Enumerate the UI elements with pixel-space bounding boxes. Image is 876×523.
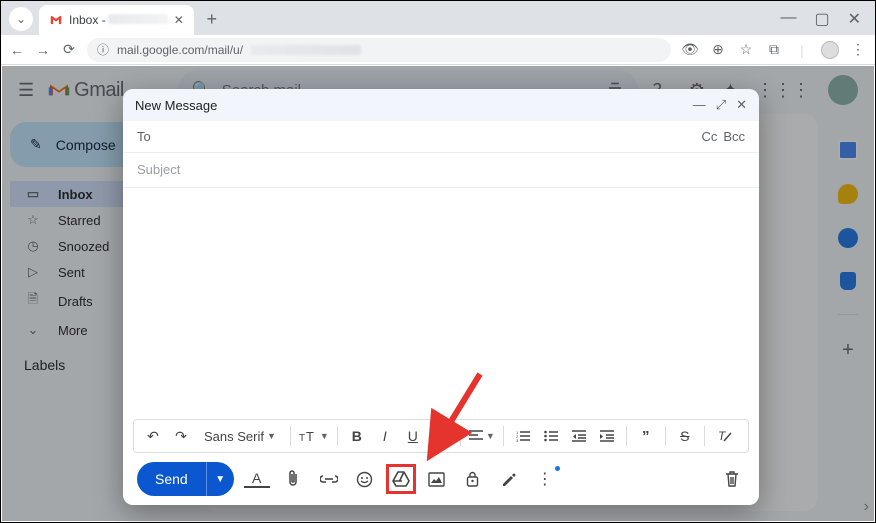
browser-tab[interactable]: Inbox - ✕ bbox=[39, 5, 194, 35]
strikethrough-icon[interactable]: S bbox=[674, 424, 696, 448]
undo-icon[interactable]: ↶ bbox=[142, 424, 164, 448]
svg-text:T: T bbox=[299, 433, 305, 443]
svg-text:T: T bbox=[718, 429, 727, 443]
subject-field[interactable] bbox=[123, 153, 759, 188]
bulleted-list-icon[interactable] bbox=[540, 424, 562, 448]
compose-action-bar: Send ▼ A ⋮ bbox=[123, 453, 759, 505]
browser-toolbar: ← → ⟳ ⓘ mail.google.com/mail/u/ 👁 ⊕ ☆ ⧉ … bbox=[1, 35, 875, 65]
align-icon[interactable]: ▼ bbox=[469, 424, 495, 448]
insert-link-icon[interactable] bbox=[316, 466, 342, 492]
send-button-group: Send ▼ bbox=[137, 462, 234, 496]
compose-title: New Message bbox=[135, 98, 217, 113]
compose-header[interactable]: New Message — ⤢ ✕ bbox=[123, 89, 759, 121]
divider: | bbox=[793, 42, 811, 58]
insert-photo-icon[interactable] bbox=[424, 466, 450, 492]
side-panel-toggle-icon[interactable]: › bbox=[864, 498, 869, 516]
bold-icon[interactable]: B bbox=[346, 424, 368, 448]
reload-icon[interactable]: ⟳ bbox=[61, 41, 77, 58]
extensions-icon[interactable]: ⧉ bbox=[765, 41, 783, 58]
compose-window: New Message — ⤢ ✕ To Cc Bcc ↶ ↷ Sans Ser… bbox=[123, 89, 759, 505]
window-maximize-icon[interactable]: ▢ bbox=[814, 9, 829, 29]
font-size-icon[interactable]: TT▼ bbox=[299, 424, 329, 448]
remove-formatting-icon[interactable]: T bbox=[713, 424, 735, 448]
cc-button[interactable]: Cc bbox=[701, 129, 717, 144]
to-field[interactable]: To Cc Bcc bbox=[123, 121, 759, 153]
bookmark-star-icon[interactable]: ☆ bbox=[737, 41, 755, 58]
underline-icon[interactable]: U bbox=[402, 424, 424, 448]
font-family-select[interactable]: Sans Serif▼ bbox=[198, 424, 282, 448]
back-icon[interactable]: ← bbox=[9, 42, 25, 58]
insert-emoji-icon[interactable] bbox=[352, 466, 378, 492]
new-tab-button[interactable]: + bbox=[198, 5, 226, 33]
send-button[interactable]: Send bbox=[137, 462, 206, 496]
subject-input[interactable] bbox=[137, 162, 745, 177]
quote-icon[interactable]: ” bbox=[635, 424, 657, 448]
indent-more-icon[interactable] bbox=[596, 424, 618, 448]
bcc-button[interactable]: Bcc bbox=[723, 129, 745, 144]
italic-icon[interactable]: I bbox=[374, 424, 396, 448]
window-close-icon[interactable]: ✕ bbox=[848, 9, 861, 29]
compose-body[interactable] bbox=[123, 188, 759, 419]
browser-tab-strip: ⌄ Inbox - ✕ + — ▢ ✕ bbox=[1, 1, 875, 35]
site-info-icon[interactable]: ⓘ bbox=[97, 41, 109, 58]
insert-drive-file-icon[interactable] bbox=[388, 466, 414, 492]
more-options-icon[interactable]: ⋮ bbox=[532, 466, 558, 492]
discard-draft-icon[interactable] bbox=[719, 466, 745, 492]
gmail-favicon-icon bbox=[49, 13, 63, 27]
forward-icon[interactable]: → bbox=[35, 42, 51, 58]
svg-text:T: T bbox=[306, 429, 314, 443]
svg-text:3: 3 bbox=[516, 438, 519, 442]
confidential-mode-icon[interactable] bbox=[460, 466, 486, 492]
close-compose-icon[interactable]: ✕ bbox=[736, 97, 747, 113]
send-options-button[interactable]: ▼ bbox=[206, 462, 234, 496]
url-text: mail.google.com/mail/u/ bbox=[117, 43, 243, 57]
minimize-compose-icon[interactable]: — bbox=[693, 97, 706, 113]
to-label: To bbox=[137, 129, 151, 144]
eye-icon[interactable]: 👁 bbox=[681, 41, 699, 58]
tab-close-icon[interactable]: ✕ bbox=[174, 13, 184, 27]
indent-less-icon[interactable] bbox=[568, 424, 590, 448]
tabs-dropdown-button[interactable]: ⌄ bbox=[9, 7, 33, 31]
tab-title: Inbox - bbox=[69, 13, 106, 27]
browser-menu-icon[interactable]: ⋮ bbox=[849, 41, 867, 58]
fullscreen-compose-icon[interactable]: ⤢ bbox=[716, 97, 726, 113]
profile-avatar[interactable] bbox=[821, 41, 839, 59]
formatting-toolbar: ↶ ↷ Sans Serif▼ TT▼ B I U A▼ ▼ 123 ” S T bbox=[133, 419, 749, 453]
text-color-icon[interactable]: A▼ bbox=[430, 424, 452, 448]
zoom-icon[interactable]: ⊕ bbox=[709, 41, 727, 58]
numbered-list-icon[interactable]: 123 bbox=[512, 424, 534, 448]
address-bar[interactable]: ⓘ mail.google.com/mail/u/ bbox=[87, 38, 671, 62]
attach-file-icon[interactable] bbox=[280, 466, 306, 492]
insert-signature-icon[interactable] bbox=[496, 466, 522, 492]
redo-icon[interactable]: ↷ bbox=[170, 424, 192, 448]
toggle-formatting-icon[interactable]: A bbox=[244, 470, 270, 488]
window-minimize-icon[interactable]: — bbox=[780, 9, 796, 29]
